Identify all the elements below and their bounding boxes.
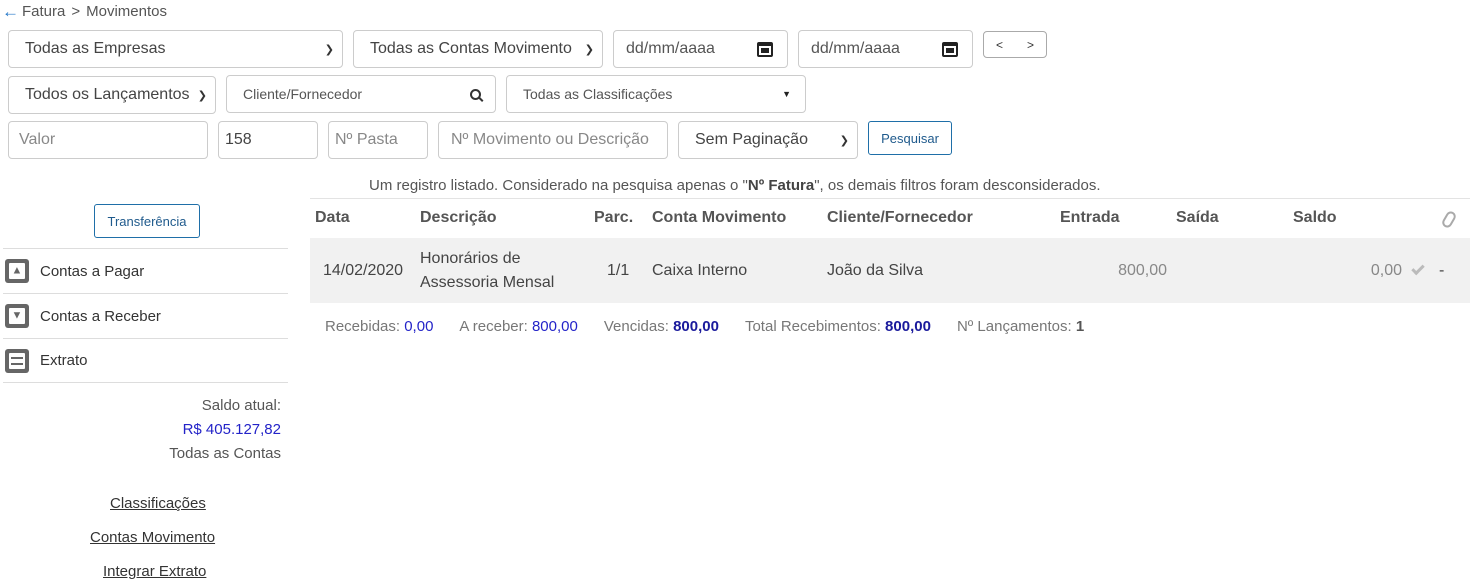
saldo-label: Saldo atual: — [201, 397, 281, 414]
saldo-scope: Todas as Contas — [169, 445, 281, 462]
breadcrumb-separator: > — [71, 2, 81, 20]
transferencia-button[interactable]: Transferência — [94, 204, 200, 238]
sidebar-item-label: Extrato — [40, 352, 88, 369]
cell-parcela: 1/1 — [607, 262, 630, 279]
classificacoes-link[interactable]: Classificações — [110, 495, 206, 512]
table-row[interactable]: 14/02/2020 Honorários de Assessoria Mens… — [310, 238, 1470, 303]
col-data[interactable]: Data — [315, 209, 350, 227]
breadcrumb-current: Movimentos — [86, 2, 167, 20]
data-inicio-placeholder: dd/mm/aaaa — [626, 40, 715, 57]
summary-a-receber-value: 800,00 — [531, 318, 578, 335]
download-box-icon: ▼ — [5, 304, 29, 328]
table-header: Data Descrição Parc. Conta Movimento Cli… — [310, 198, 1470, 238]
info-suffix: ", os demais filtros foram desconsiderad… — [814, 177, 1101, 194]
data-fim-field[interactable]: dd/mm/aaaa — [798, 30, 973, 68]
data-inicio-field[interactable]: dd/mm/aaaa — [613, 30, 788, 68]
pasta-input[interactable]: Nº Pasta — [328, 121, 428, 159]
classificacoes-select-value: Todas as Classificações — [523, 86, 673, 102]
contas-movimento-link[interactable]: Contas Movimento — [90, 529, 215, 546]
col-cliente-fornecedor[interactable]: Cliente/Fornecedor — [827, 209, 973, 227]
col-entrada[interactable]: Entrada — [1060, 209, 1120, 227]
summary-vencidas-value: 800,00 — [673, 318, 719, 335]
summary-lancamentos: Nº Lançamentos: 1 — [957, 318, 1084, 335]
summary-vencidas: Vencidas: 800,00 — [604, 318, 719, 335]
integrar-extrato-link[interactable]: Integrar Extrato — [103, 563, 206, 580]
search-icon[interactable] — [470, 88, 481, 100]
search-info-message: Um registro listado. Considerado na pesq… — [369, 177, 1101, 194]
summary-lancamentos-label: Nº Lançamentos: — [956, 318, 1072, 335]
lancamentos-select[interactable]: Todos os Lançamentos ❯ — [8, 76, 216, 114]
classificacoes-select[interactable]: Todas as Classificações ▼ — [506, 75, 806, 113]
period-nav: < > — [983, 31, 1047, 58]
cell-descricao-line1: Honorários de — [420, 250, 521, 267]
chevron-down-icon: ❯ — [324, 43, 334, 56]
chevron-down-icon: ❯ — [197, 89, 207, 102]
contas-movimento-select-value: Todas as Contas Movimento — [370, 40, 572, 57]
sidebar-item-contas-pagar[interactable]: ▲ Contas a Pagar — [3, 248, 288, 293]
col-conta-movimento[interactable]: Conta Movimento — [652, 209, 786, 227]
caret-down-icon: ▼ — [782, 89, 791, 99]
sidebar-menu: ▲ Contas a Pagar ▼ Contas a Receber Extr… — [3, 248, 288, 383]
sidebar-item-label: Contas a Receber — [40, 307, 161, 325]
valor-input[interactable]: Valor — [8, 121, 208, 159]
cell-cliente-fornecedor: João da Silva — [827, 262, 924, 279]
check-icon[interactable] — [1411, 261, 1425, 276]
cell-conta-movimento: Caixa Interno — [652, 262, 748, 279]
calendar-icon[interactable] — [757, 41, 773, 57]
summary-total-value: 800,00 — [885, 318, 931, 335]
empresas-select-value: Todas as Empresas — [25, 40, 166, 57]
back-arrow-icon[interactable]: ← — [2, 3, 19, 20]
paperclip-icon — [1440, 209, 1458, 230]
contas-movimento-select[interactable]: Todas as Contas Movimento ❯ — [353, 30, 603, 68]
info-bold: Nº Fatura — [747, 177, 815, 194]
movimento-descricao-placeholder: Nº Movimento ou Descrição — [451, 131, 649, 148]
cell-data: 14/02/2020 — [323, 262, 404, 279]
summary-vencidas-label: Vencidas: — [603, 318, 669, 335]
summary-recebidas-value: 0,00 — [404, 318, 434, 335]
cell-entrada: 800,00 — [1118, 262, 1167, 279]
summary-total-recebimentos: Total Recebimentos: 800,00 — [745, 318, 931, 335]
col-saida[interactable]: Saída — [1176, 209, 1219, 227]
sidebar-item-extrato[interactable]: Extrato — [3, 338, 288, 383]
empresas-select[interactable]: Todas as Empresas ❯ — [8, 30, 343, 68]
col-descricao[interactable]: Descrição — [420, 209, 497, 227]
valor-placeholder: Valor — [19, 131, 56, 148]
fatura-number-input[interactable]: 158 — [218, 121, 318, 159]
movimento-descricao-input[interactable]: Nº Movimento ou Descrição — [438, 121, 668, 159]
sidebar-item-contas-receber[interactable]: ▼ Contas a Receber — [3, 293, 288, 338]
pasta-placeholder: Nº Pasta — [335, 131, 398, 148]
statement-icon — [5, 348, 29, 373]
pesquisar-button[interactable]: Pesquisar — [868, 121, 952, 155]
breadcrumb: ← Fatura > Movimentos — [2, 1, 167, 21]
lancamentos-select-value: Todos os Lançamentos — [25, 86, 190, 103]
col-parcela[interactable]: Parc. — [594, 209, 633, 227]
upload-box-icon: ▲ — [5, 259, 29, 283]
next-period-button[interactable]: > — [1027, 38, 1034, 52]
fatura-number-value: 158 — [225, 131, 252, 148]
col-saldo[interactable]: Saldo — [1293, 209, 1337, 227]
sidebar-item-label: Contas a Pagar — [40, 262, 145, 280]
breadcrumb-parent[interactable]: Fatura — [22, 3, 65, 20]
summary-total-label: Total Recebimentos: — [744, 318, 881, 335]
cell-descricao-line2: Assessoria Mensal — [420, 274, 555, 291]
summary-recebidas-label: Recebidas: — [325, 318, 401, 335]
saldo-value: R$ 405.127,82 — [182, 421, 281, 438]
summary-a-receber: A receber: 800,00 — [459, 318, 577, 335]
chevron-down-icon: ❯ — [584, 43, 594, 56]
cliente-fornecedor-placeholder: Cliente/Fornecedor — [243, 86, 363, 102]
summary-lancamentos-value: 1 — [1075, 318, 1085, 335]
chevron-down-icon: ❯ — [839, 134, 849, 147]
cell-saldo: 0,00 — [1370, 262, 1402, 279]
totals-summary: Recebidas: 0,00 A receber: 800,00 Vencid… — [325, 318, 1110, 335]
data-fim-placeholder: dd/mm/aaaa — [811, 40, 900, 57]
paginacao-select[interactable]: Sem Paginação ❯ — [678, 121, 858, 159]
summary-recebidas: Recebidas: 0,00 — [325, 318, 433, 335]
prev-period-button[interactable]: < — [996, 38, 1003, 52]
summary-a-receber-label: A receber: — [459, 318, 528, 335]
cliente-fornecedor-field[interactable]: Cliente/Fornecedor — [226, 75, 496, 113]
paginacao-select-value: Sem Paginação — [695, 131, 808, 148]
calendar-icon[interactable] — [942, 41, 958, 57]
cell-anexo: - — [1439, 262, 1445, 279]
info-prefix: Um registro listado. Considerado na pesq… — [369, 177, 748, 194]
